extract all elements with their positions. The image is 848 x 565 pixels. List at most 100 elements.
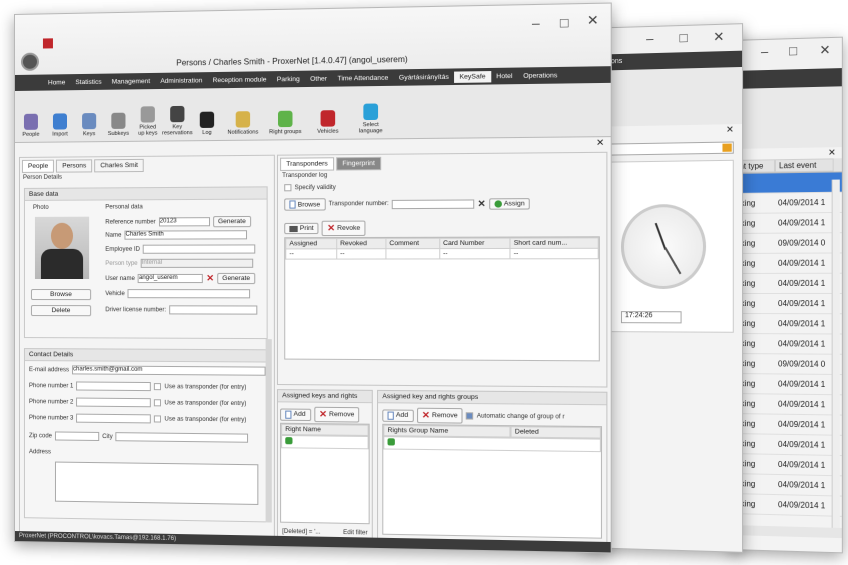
minimize-icon[interactable]: – bbox=[646, 31, 653, 46]
ribbon-button[interactable]: Select language bbox=[352, 103, 390, 134]
tab-persons[interactable]: Persons bbox=[56, 159, 93, 173]
horizontal-scrollbar[interactable] bbox=[730, 525, 842, 539]
column-header[interactable]: Last event bbox=[774, 158, 834, 173]
table-row[interactable]: taking 04/09/2014 1 bbox=[730, 293, 842, 315]
filter-row[interactable] bbox=[383, 436, 601, 453]
ribbon-button[interactable]: Import bbox=[48, 113, 72, 138]
browse-button[interactable]: Browse bbox=[284, 198, 326, 211]
menu-tab[interactable]: Gyártásirányítás bbox=[394, 71, 455, 83]
table-row[interactable]: taking 04/09/2014 1 bbox=[730, 273, 842, 294]
zip-field[interactable] bbox=[54, 431, 100, 442]
table-row[interactable]: -- -- -- -- bbox=[285, 248, 599, 260]
browse-button[interactable]: Browse bbox=[30, 289, 92, 301]
ribbon-button[interactable]: Right groups bbox=[267, 110, 304, 136]
menu-tab[interactable]: Home bbox=[43, 77, 70, 88]
column-header[interactable]: Comment bbox=[385, 238, 440, 249]
menu-tab[interactable]: Reception module bbox=[207, 74, 271, 86]
table-row[interactable]: taking 04/09/2014 1 bbox=[730, 374, 842, 396]
close-icon[interactable]: ✕ bbox=[587, 12, 599, 29]
maximize-icon[interactable]: □ bbox=[560, 15, 568, 31]
vertical-scrollbar[interactable] bbox=[265, 339, 272, 523]
tab-people[interactable]: People bbox=[21, 159, 55, 173]
close-icon[interactable]: ✕ bbox=[819, 42, 830, 58]
ribbon-button[interactable]: Vehicles bbox=[309, 110, 347, 135]
maximize-icon[interactable]: □ bbox=[789, 43, 797, 58]
menu-tab[interactable]: Statistics bbox=[70, 76, 106, 88]
phone2-field[interactable] bbox=[76, 397, 152, 408]
menu-tab[interactable]: Operations bbox=[518, 69, 563, 81]
user-name-field[interactable]: angol_userem bbox=[137, 273, 204, 284]
ribbon-button[interactable]: People bbox=[19, 113, 43, 138]
close-icon[interactable]: ✕ bbox=[713, 29, 724, 46]
ribbon-button[interactable]: Subkeys bbox=[106, 112, 130, 137]
menu-tab[interactable]: Other bbox=[305, 73, 332, 85]
maximize-icon[interactable]: □ bbox=[680, 30, 688, 45]
clear-icon[interactable]: ✕ bbox=[206, 273, 214, 284]
generate-button[interactable]: Generate bbox=[217, 272, 256, 285]
menu-tab[interactable]: Parking bbox=[272, 73, 305, 85]
ribbon-button[interactable]: Notifications bbox=[224, 111, 261, 136]
transponder-number-field[interactable] bbox=[391, 198, 475, 209]
name-field[interactable]: Charles Smith bbox=[124, 230, 248, 240]
tab-transponders[interactable]: Transponders bbox=[280, 157, 334, 171]
city-field[interactable] bbox=[115, 432, 249, 443]
table-row[interactable]: taking 04/09/2014 1 bbox=[730, 394, 842, 416]
column-header[interactable]: Revoked bbox=[336, 238, 386, 249]
table-row[interactable]: taking 04/09/2014 1 bbox=[730, 474, 842, 497]
column-header[interactable]: Rights Group Name bbox=[383, 424, 511, 438]
minimize-icon[interactable]: – bbox=[532, 15, 540, 31]
generate-button[interactable]: Generate bbox=[212, 215, 251, 228]
vertical-scrollbar[interactable] bbox=[831, 179, 840, 535]
menu-tab[interactable]: Time Attendance bbox=[332, 72, 393, 84]
combo-field[interactable] bbox=[591, 141, 734, 156]
employee-id-field[interactable] bbox=[143, 244, 256, 254]
table-row[interactable]: taking 09/09/2014 0 bbox=[730, 233, 842, 254]
remove-button[interactable]: ✕ Remove bbox=[313, 406, 360, 423]
dropdown-icon[interactable] bbox=[722, 143, 732, 152]
minimize-icon[interactable]: – bbox=[761, 44, 768, 59]
tab-fingerprint[interactable]: Fingerprint bbox=[336, 156, 382, 171]
table-row[interactable]: taking 04/09/2014 1 bbox=[730, 414, 842, 436]
table-row[interactable] bbox=[730, 172, 842, 194]
ribbon-button[interactable]: Keys bbox=[77, 113, 101, 137]
table-row[interactable]: taking 04/09/2014 1 bbox=[730, 494, 842, 517]
ribbon-button[interactable]: Picked up keys bbox=[136, 106, 160, 137]
checkbox[interactable] bbox=[284, 184, 292, 192]
column-header[interactable]: Short card num... bbox=[509, 237, 599, 249]
tab-person[interactable]: Charles Smit bbox=[94, 158, 145, 173]
delete-button[interactable]: Delete bbox=[30, 305, 92, 317]
reference-field[interactable]: 20123 bbox=[158, 217, 210, 227]
ribbon-button[interactable]: Log bbox=[195, 111, 220, 137]
table-row[interactable]: taking 04/09/2014 1 bbox=[730, 253, 842, 274]
revoke-button[interactable]: ✕ Revoke bbox=[321, 220, 366, 237]
column-header[interactable]: Assigned bbox=[285, 238, 337, 249]
menu-tab[interactable]: Administration bbox=[155, 75, 207, 87]
checkbox[interactable] bbox=[154, 415, 162, 423]
email-field[interactable]: charles.smith@gmail.com bbox=[72, 365, 266, 376]
column-header[interactable]: Deleted bbox=[510, 426, 601, 439]
print-button[interactable]: Print bbox=[284, 222, 319, 235]
time-field[interactable]: 17:24:26 bbox=[620, 311, 682, 324]
table-row[interactable]: taking 04/09/2014 1 bbox=[730, 434, 842, 457]
column-header[interactable]: Right Name bbox=[281, 423, 369, 436]
remove-button[interactable]: ✕ Remove bbox=[416, 407, 463, 424]
checkbox[interactable] bbox=[154, 383, 162, 391]
menu-tab[interactable]: Management bbox=[107, 75, 156, 87]
table-row[interactable]: taking 04/09/2014 1 bbox=[730, 314, 842, 335]
address-field[interactable] bbox=[54, 461, 259, 505]
table-row[interactable]: taking 04/09/2014 1 bbox=[730, 212, 842, 234]
column-header[interactable]: Card Number bbox=[439, 238, 510, 249]
app-menu-icon[interactable] bbox=[20, 52, 39, 71]
add-button[interactable]: Add bbox=[280, 407, 311, 421]
vehicle-field[interactable] bbox=[127, 289, 251, 299]
table-row[interactable]: taking 09/09/2014 0 bbox=[730, 354, 842, 376]
filter-text[interactable]: [Deleted] = '... bbox=[282, 529, 320, 536]
filter-row[interactable] bbox=[281, 434, 369, 450]
menu-tab[interactable]: Hotel bbox=[491, 70, 518, 82]
table-row[interactable]: taking 04/09/2014 1 bbox=[730, 454, 842, 477]
phone1-field[interactable] bbox=[76, 381, 152, 392]
table-row[interactable]: taking 04/09/2014 1 bbox=[730, 334, 842, 355]
checkbox[interactable] bbox=[466, 412, 474, 420]
driver-license-field[interactable] bbox=[169, 305, 258, 315]
assign-button[interactable]: Assign bbox=[488, 197, 531, 210]
